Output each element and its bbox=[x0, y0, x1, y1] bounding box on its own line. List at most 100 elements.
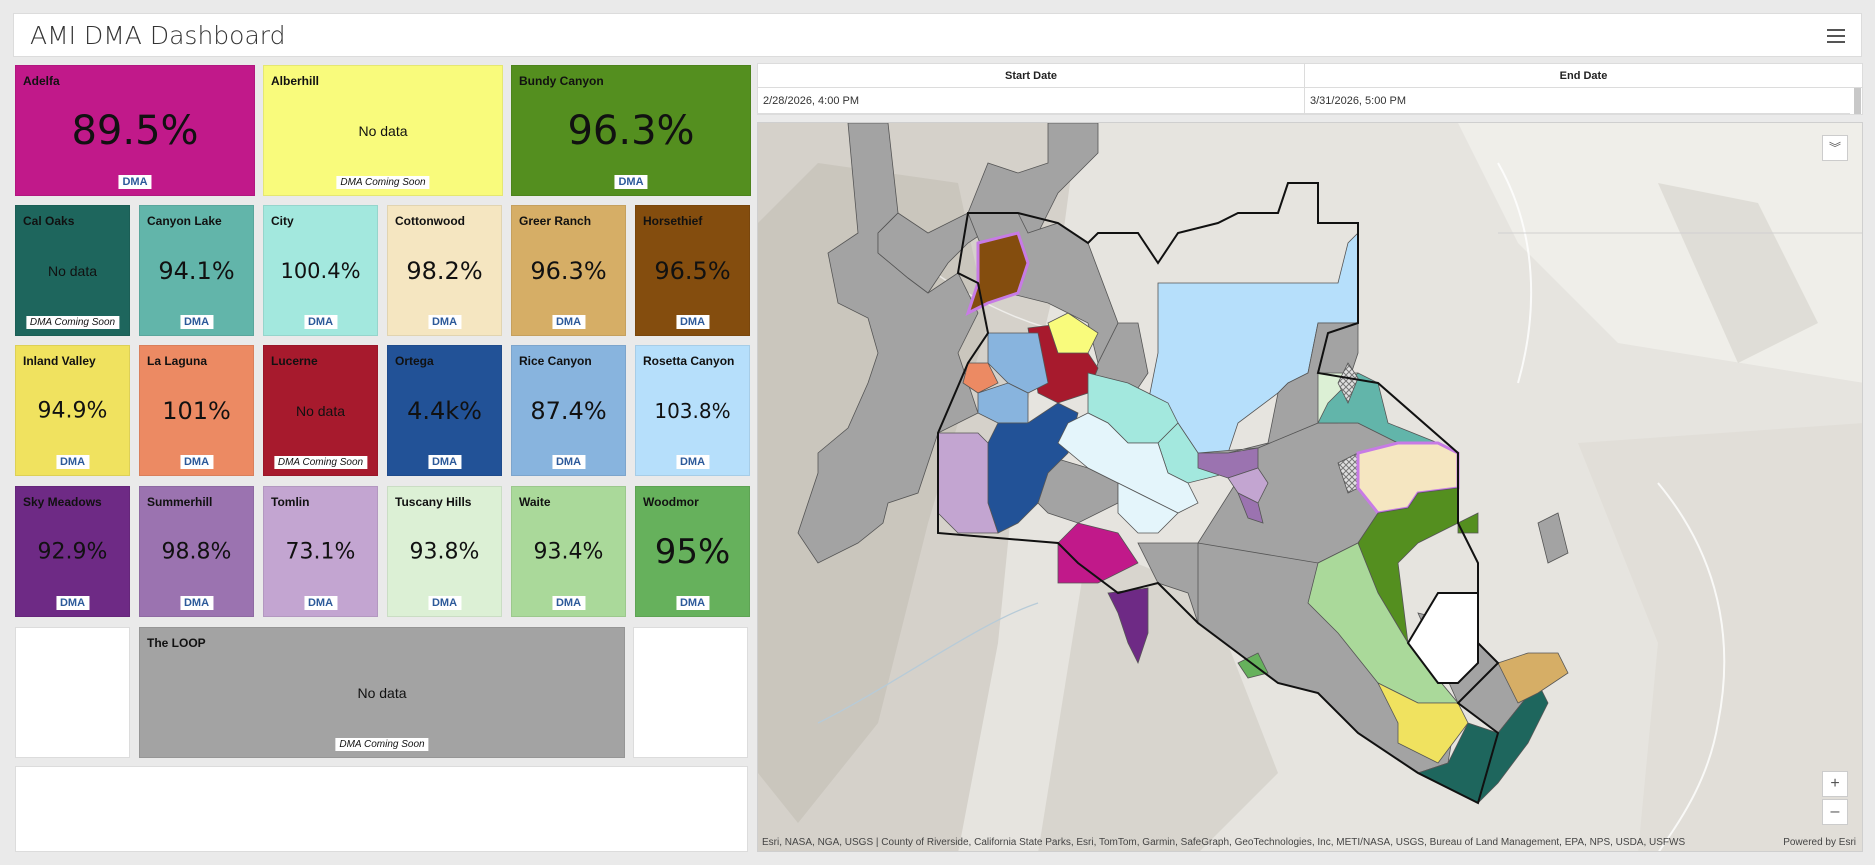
dma-tile-value: 73.1% bbox=[285, 539, 356, 564]
start-date-header: Start Date bbox=[758, 64, 1305, 88]
dma-tile-value: 96.3% bbox=[567, 107, 695, 154]
dma-tile[interactable]: Lucerne No data DMA Coming Soon bbox=[263, 345, 378, 476]
dma-tile-value: 87.4% bbox=[530, 396, 607, 425]
dma-tile-name: City bbox=[271, 214, 294, 228]
table-scrollbar[interactable] bbox=[1854, 88, 1861, 114]
dma-link-badge[interactable]: DMA bbox=[427, 315, 462, 329]
dma-tile[interactable]: La Laguna 101% DMA bbox=[139, 345, 254, 476]
dma-tile-name: Waite bbox=[519, 495, 551, 509]
dashboard-header: AMI DMA Dashboard bbox=[13, 13, 1862, 57]
dma-link-badge[interactable]: DMA bbox=[427, 455, 462, 469]
dma-tile-name: Horsethief bbox=[643, 214, 703, 228]
dma-tile-value: 93.4% bbox=[533, 539, 604, 564]
dma-tile[interactable]: The LOOP No data DMA Coming Soon bbox=[139, 627, 625, 758]
dma-map[interactable]: ︾ + – Esri, NASA, NGA, USGS | County of … bbox=[757, 122, 1863, 852]
empty-panel-left bbox=[15, 627, 130, 758]
dma-tile[interactable]: Horsethief 96.5% DMA bbox=[635, 205, 750, 336]
dma-link-badge[interactable]: DMA bbox=[303, 596, 338, 610]
dma-coming-soon-badge[interactable]: DMA Coming Soon bbox=[336, 176, 430, 189]
dma-tile[interactable]: Rosetta Canyon 103.8% DMA bbox=[635, 345, 750, 476]
dma-tile-name: Summerhill bbox=[147, 495, 213, 509]
dma-tile-value: 96.5% bbox=[654, 256, 731, 285]
dma-tile-no-data: No data bbox=[295, 402, 346, 419]
zoom-out-button[interactable]: – bbox=[1822, 799, 1848, 825]
dma-tile[interactable]: Summerhill 98.8% DMA bbox=[139, 486, 254, 617]
dma-tile-value: 4.4k% bbox=[407, 396, 482, 425]
dma-link-badge[interactable]: DMA bbox=[675, 315, 710, 329]
dma-link-badge[interactable]: DMA bbox=[675, 455, 710, 469]
dma-link-badge[interactable]: DMA bbox=[551, 315, 586, 329]
dma-tile-no-data: No data bbox=[47, 262, 98, 279]
dma-tile-name: Sky Meadows bbox=[23, 495, 102, 509]
map-canvas[interactable] bbox=[758, 123, 1863, 852]
dma-tile[interactable]: Bundy Canyon 96.3% DMA bbox=[511, 65, 751, 196]
date-range-table: Start Date End Date 2/28/2026, 4:00 PM 3… bbox=[757, 63, 1863, 115]
dma-coming-soon-badge[interactable]: DMA Coming Soon bbox=[335, 738, 429, 751]
dma-tile[interactable]: Canyon Lake 94.1% DMA bbox=[139, 205, 254, 336]
dma-tile-value: 89.5% bbox=[71, 107, 199, 154]
page-title: AMI DMA Dashboard bbox=[30, 21, 286, 50]
collapse-panel-button[interactable]: ︾ bbox=[1822, 135, 1848, 161]
dma-tile-name: Greer Ranch bbox=[519, 214, 592, 228]
powered-by-esri[interactable]: Powered by Esri bbox=[1783, 837, 1856, 848]
dma-tile-value: 95% bbox=[654, 531, 731, 572]
dma-coming-soon-badge[interactable]: DMA Coming Soon bbox=[273, 456, 368, 469]
dma-tile-name: Alberhill bbox=[271, 74, 320, 88]
dma-tile[interactable]: Tomlin 73.1% DMA bbox=[263, 486, 378, 617]
dma-tile-value: 92.9% bbox=[37, 539, 108, 564]
dma-link-badge[interactable]: DMA bbox=[55, 596, 90, 610]
chevron-double-down-icon: ︾ bbox=[1828, 141, 1841, 155]
dma-tile[interactable]: Waite 93.4% DMA bbox=[511, 486, 626, 617]
dma-tile[interactable]: Alberhill No data DMA Coming Soon bbox=[263, 65, 503, 196]
dma-tile[interactable]: Greer Ranch 96.3% DMA bbox=[511, 205, 626, 336]
dma-tile-name: Inland Valley bbox=[23, 354, 96, 368]
dma-link-badge[interactable]: DMA bbox=[551, 455, 586, 469]
dma-tile-value: 96.3% bbox=[530, 256, 607, 285]
dma-tile-no-data: No data bbox=[358, 122, 408, 139]
dma-tile[interactable]: Tuscany Hills 93.8% DMA bbox=[387, 486, 502, 617]
dma-tile-name: Canyon Lake bbox=[147, 214, 222, 228]
dma-tile[interactable]: Ortega 4.4k% DMA bbox=[387, 345, 502, 476]
dma-coming-soon-badge[interactable]: DMA Coming Soon bbox=[25, 316, 120, 329]
hamburger-menu-icon[interactable] bbox=[1827, 28, 1845, 44]
dma-tile[interactable]: Inland Valley 94.9% DMA bbox=[15, 345, 130, 476]
dma-tile[interactable]: Cottonwood 98.2% DMA bbox=[387, 205, 502, 336]
dma-tile-name: Rosetta Canyon bbox=[643, 354, 735, 368]
dma-tile-value: 94.1% bbox=[158, 256, 235, 285]
dma-tile[interactable]: Rice Canyon 87.4% DMA bbox=[511, 345, 626, 476]
dma-tile[interactable]: Cal Oaks No data DMA Coming Soon bbox=[15, 205, 130, 336]
dma-link-badge[interactable]: DMA bbox=[614, 175, 648, 189]
dma-link-badge[interactable]: DMA bbox=[427, 596, 462, 610]
dma-tile-value: 101% bbox=[162, 396, 231, 425]
dma-link-badge[interactable]: DMA bbox=[675, 596, 710, 610]
dma-tile-value: 100.4% bbox=[280, 258, 361, 283]
dma-tile[interactable]: Sky Meadows 92.9% DMA bbox=[15, 486, 130, 617]
dma-tile-name: Adelfa bbox=[23, 74, 60, 88]
dma-tile[interactable]: Adelfa 89.5% DMA bbox=[15, 65, 255, 196]
dma-tile-value: 93.8% bbox=[409, 539, 480, 564]
dma-link-badge[interactable]: DMA bbox=[55, 455, 90, 469]
dma-tile-value: 98.8% bbox=[161, 539, 232, 564]
dma-tile-value: 98.2% bbox=[406, 256, 483, 285]
dma-link-badge[interactable]: DMA bbox=[179, 455, 214, 469]
dma-tile[interactable]: City 100.4% DMA bbox=[263, 205, 378, 336]
empty-panel-right bbox=[633, 627, 748, 758]
dma-link-badge[interactable]: DMA bbox=[303, 315, 338, 329]
dma-link-badge[interactable]: DMA bbox=[179, 596, 214, 610]
zoom-in-button[interactable]: + bbox=[1822, 771, 1848, 797]
dma-tile-name: Ortega bbox=[395, 354, 434, 368]
dma-link-badge[interactable]: DMA bbox=[179, 315, 214, 329]
dma-tile-value: 103.8% bbox=[654, 398, 731, 423]
map-attribution[interactable]: Esri, NASA, NGA, USGS | County of Rivers… bbox=[762, 837, 1685, 848]
dma-tile-name: Tomlin bbox=[271, 495, 310, 509]
dma-tile-value: 94.9% bbox=[37, 398, 108, 423]
dma-link-badge[interactable]: DMA bbox=[118, 175, 152, 189]
dma-tile[interactable]: Woodmor 95% DMA bbox=[635, 486, 750, 617]
dma-tile-name: Rice Canyon bbox=[519, 354, 592, 368]
dma-tile-name: Bundy Canyon bbox=[519, 74, 604, 88]
dma-link-badge[interactable]: DMA bbox=[551, 596, 586, 610]
dma-tile-name: La Laguna bbox=[147, 354, 208, 368]
empty-panel-bottom bbox=[15, 766, 748, 852]
dma-tile-no-data: No data bbox=[357, 684, 407, 701]
dma-tile-name: The LOOP bbox=[147, 636, 206, 650]
